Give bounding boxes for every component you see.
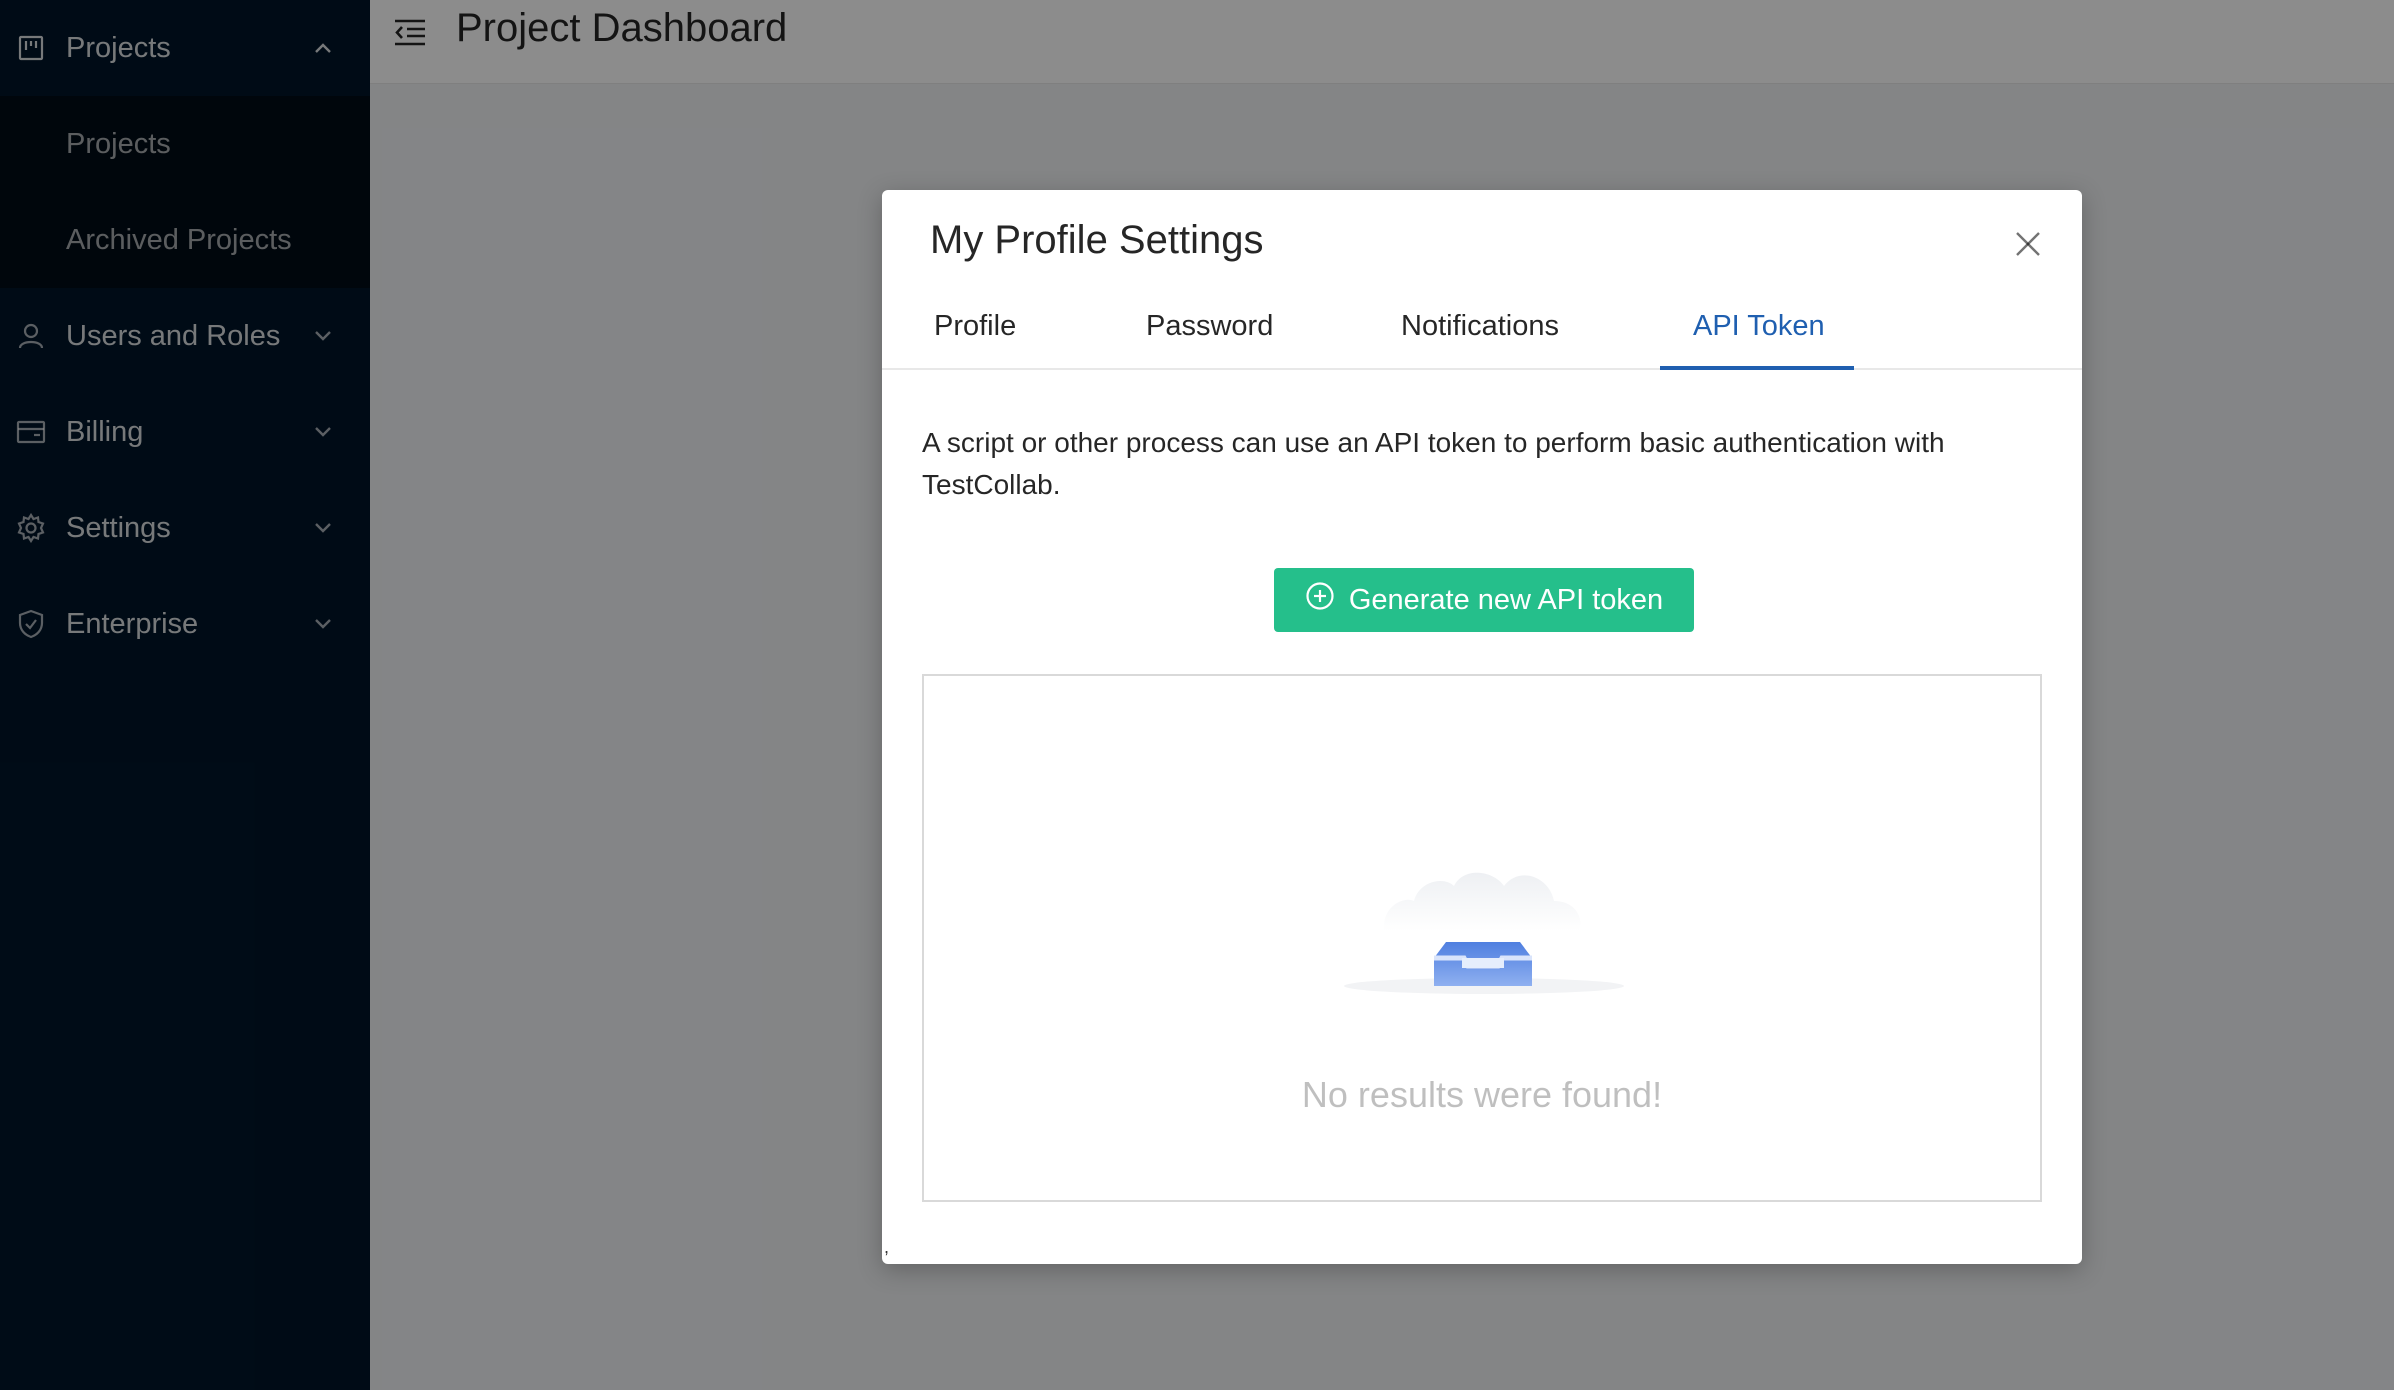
settings-tabs: Profile Password Notifications API Token	[882, 310, 2082, 370]
tab-password[interactable]: Password	[1146, 310, 1273, 370]
empty-state-text: No results were found!	[1301, 1074, 1663, 1115]
stray-mark: ,	[884, 1237, 890, 1257]
empty-inbox-icon	[1344, 872, 1624, 994]
plus-circle-icon	[1305, 581, 1335, 619]
generate-api-token-button[interactable]: Generate new API token	[1274, 568, 1694, 632]
tab-profile[interactable]: Profile	[934, 310, 1016, 370]
tab-notifications[interactable]: Notifications	[1401, 310, 1559, 370]
token-list-empty-state: No results were found!	[922, 674, 2042, 1202]
active-tab-indicator	[1660, 366, 1854, 370]
close-icon[interactable]	[2010, 226, 2046, 262]
generate-button-label: Generate new API token	[1348, 583, 1664, 616]
modal-title: My Profile Settings	[930, 218, 1264, 262]
tab-api-token[interactable]: API Token	[1693, 310, 1825, 370]
api-token-description: A script or other process can use an API…	[922, 427, 1945, 500]
profile-settings-modal: My Profile Settings Profile Password Not…	[882, 190, 2082, 1264]
